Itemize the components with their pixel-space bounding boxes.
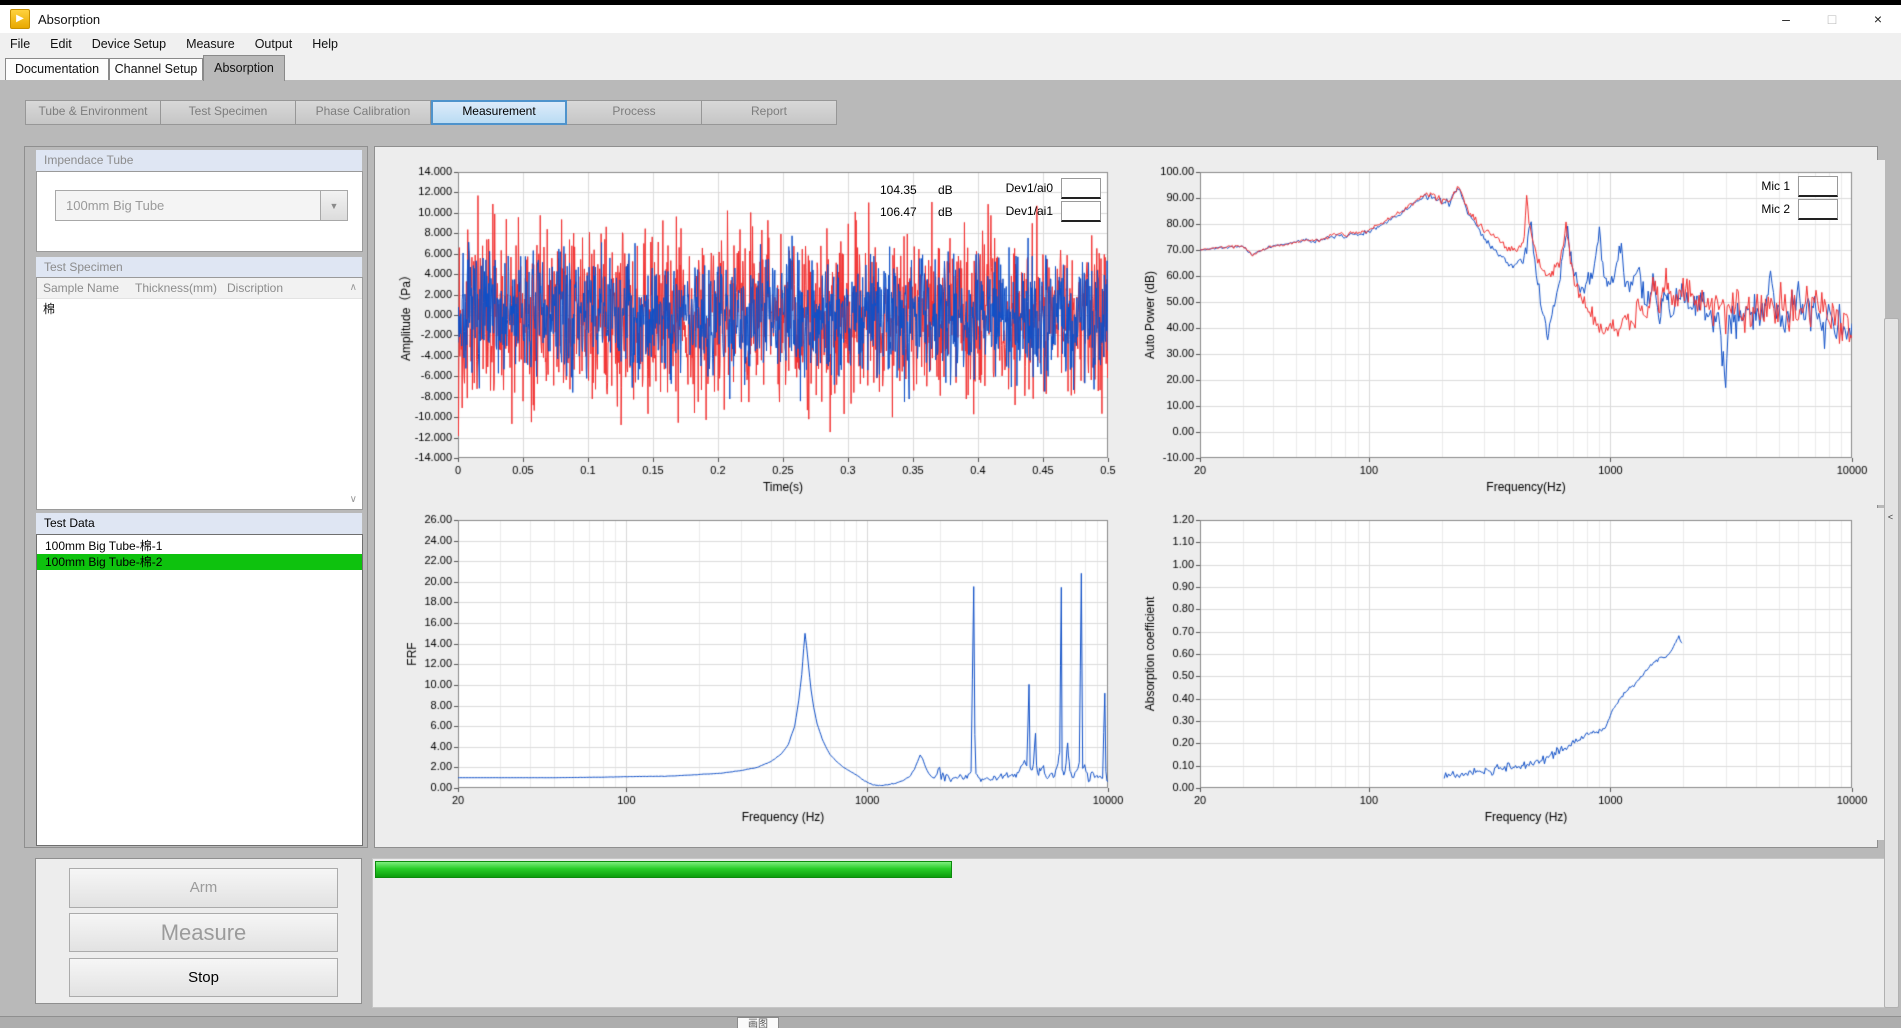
test-specimen-header: Test Specimen [36,257,362,278]
subtab-test-specimen[interactable]: Test Specimen [161,100,296,125]
menu-bar: File Edit Device Setup Measure Output He… [0,33,1901,55]
title-bar: ▶ Absorption [0,5,1901,33]
measure-button[interactable]: Measure [69,913,338,952]
impedance-tube-header: Impendace Tube [36,150,362,171]
subtab-process[interactable]: Process [567,100,702,125]
waveform-legend-icon [1061,201,1101,222]
scroll-up-icon[interactable]: ∧ [350,283,357,293]
level-readouts: 104.35dB 106.47dB [880,183,953,227]
frf-chart [390,508,1130,840]
subtab-measurement[interactable]: Measurement [431,100,567,125]
taskbar-strip [0,1016,1901,1028]
impedance-tube-dropdown[interactable]: 100mm Big Tube ▼ [55,190,348,221]
tab-absorption[interactable]: Absorption [203,55,285,81]
progress-bar [375,861,952,878]
control-buttons-panel: Arm Measure Stop [35,858,362,1004]
menu-file[interactable]: File [0,33,40,55]
close-icon: × [1874,11,1882,27]
minimize-icon: – [1782,11,1790,27]
table-row[interactable]: 棉 [43,300,55,317]
impedance-tube-value: 100mm Big Tube [56,191,320,220]
taskbar-popup[interactable]: 画图 [737,1017,779,1028]
subtab-phase-calibration[interactable]: Phase Calibration [296,100,431,125]
stop-button[interactable]: Stop [69,958,338,997]
menu-edit[interactable]: Edit [40,33,82,55]
readout-dev1-ai0: 104.35dB [880,183,953,205]
sub-tab-bar: Tube & Environment Test Specimen Phase C… [25,100,837,125]
legend-entry-dev1-ai1[interactable]: Dev1/ai1 [985,201,1101,221]
test-specimen-table-header: Sample Name Thickness(mm) Discription ∧ [37,278,362,299]
time-chart-legend: Dev1/ai0 Dev1/ai1 [985,178,1101,224]
list-item[interactable]: 100mm Big Tube-棉-1 [37,538,362,554]
chevron-down-icon: ▼ [330,201,339,211]
subtab-report[interactable]: Report [702,100,837,125]
legend-entry-dev1-ai0[interactable]: Dev1/ai0 [985,178,1101,198]
auto-power-legend: Mic 1 Mic 2 [1742,176,1838,222]
vertical-scrollbar-thumb[interactable] [1884,318,1899,1008]
test-data-header: Test Data [36,513,362,534]
close-button[interactable]: × [1855,5,1901,33]
maximize-icon: □ [1828,11,1836,27]
column-discription: Discription [227,278,283,298]
collapse-left-icon[interactable]: < [1884,512,1897,522]
arm-button[interactable]: Arm [69,868,338,908]
app-window: ▶ Absorption – □ × File Edit Device Setu… [0,0,1901,1028]
tab-documentation[interactable]: Documentation [5,58,109,80]
window-title: Absorption [38,12,100,27]
menu-device-setup[interactable]: Device Setup [82,33,176,55]
list-item-selected[interactable]: 100mm Big Tube-棉-2 [37,554,362,570]
menu-measure[interactable]: Measure [176,33,245,55]
minimize-button[interactable]: – [1763,5,1809,33]
progress-panel [372,858,1890,1008]
legend-entry-mic2[interactable]: Mic 2 [1742,199,1838,219]
dropdown-button[interactable]: ▼ [320,191,347,220]
app-icon: ▶ [10,9,30,29]
menu-help[interactable]: Help [302,33,348,55]
waveform-legend-icon [1798,176,1838,197]
window-controls: – □ × [1763,5,1901,33]
tab-channel-setup[interactable]: Channel Setup [109,58,203,80]
test-specimen-table: Sample Name Thickness(mm) Discription ∧ … [36,277,363,510]
subtab-tube-environment[interactable]: Tube & Environment [25,100,161,125]
waveform-legend-icon [1061,178,1101,199]
readout-dev1-ai1: 106.47dB [880,205,953,227]
waveform-legend-icon [1798,199,1838,220]
column-thickness: Thickness(mm) [135,278,217,298]
play-icon: ▶ [16,14,24,24]
menu-output[interactable]: Output [245,33,303,55]
absorption-chart [1140,508,1885,840]
maximize-button[interactable]: □ [1809,5,1855,33]
test-data-list: 100mm Big Tube-棉-1 100mm Big Tube-棉-2 [36,534,363,846]
main-tab-bar: Documentation Channel Setup Absorption [0,55,1901,80]
column-sample-name: Sample Name [43,278,119,298]
scroll-down-icon[interactable]: ∨ [350,495,357,505]
legend-entry-mic1[interactable]: Mic 1 [1742,176,1838,196]
